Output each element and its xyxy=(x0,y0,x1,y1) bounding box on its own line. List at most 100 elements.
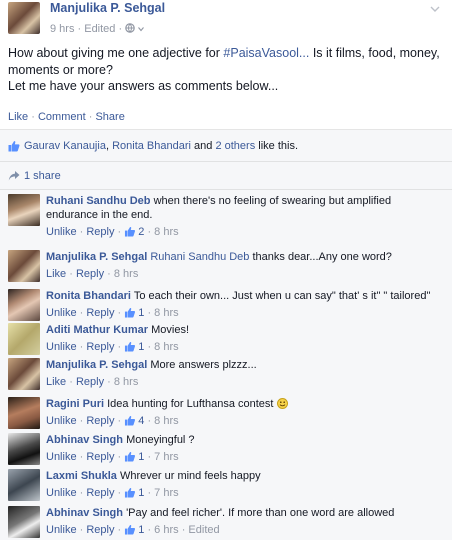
shares-summary: 1 share xyxy=(0,162,452,190)
commenter-name[interactable]: Manjulika P. Sehgal xyxy=(46,251,147,263)
comment-actions: Like · Reply · 8 hrs xyxy=(46,376,139,388)
comment-like-thumb-icon xyxy=(125,341,136,352)
separator-dot: · xyxy=(31,111,38,123)
comment-like-count[interactable]: 4 xyxy=(138,415,144,427)
shares-count-link[interactable]: 1 share xyxy=(24,170,61,182)
commenter-name[interactable]: Abhinav Singh xyxy=(46,507,123,519)
comment-reply-button[interactable]: Reply xyxy=(86,341,114,353)
comment-text: Idea hunting for Lufthansa contest xyxy=(107,398,274,410)
feedback-section: Gaurav Kanaujia, Ronita Bhandari and 2 o… xyxy=(0,129,452,540)
author-avatar[interactable] xyxy=(8,2,40,34)
commenter-name[interactable]: Ronita Bhandari xyxy=(46,290,131,302)
comment-like-count[interactable]: 1 xyxy=(138,524,144,536)
likers-others-link[interactable]: 2 others xyxy=(215,140,255,152)
comment-edited-label[interactable]: Edited xyxy=(188,524,219,536)
comment-text: To each their own... Just when u can say… xyxy=(133,290,431,302)
commenter-avatar[interactable] xyxy=(8,289,40,321)
comment-reply-button[interactable]: Reply xyxy=(86,226,114,238)
share-arrow-icon xyxy=(8,171,20,181)
comment-like-thumb-icon xyxy=(125,451,136,462)
commenter-name[interactable]: Aditi Mathur Kumar xyxy=(46,324,148,336)
comment-time[interactable]: 8 hrs xyxy=(154,415,178,427)
comment-reply-button[interactable]: Reply xyxy=(86,415,114,427)
comment-text: Moneyingful ? xyxy=(126,434,195,446)
like-thumb-icon xyxy=(8,141,20,152)
liker-name-1[interactable]: Gaurav Kanaujia xyxy=(24,140,106,152)
commenter-name[interactable]: Ruhani Sandhu Deb xyxy=(46,195,151,207)
commenter-avatar[interactable] xyxy=(8,323,40,355)
commenter-name[interactable]: Manjulika P. Sehgal xyxy=(46,359,147,371)
comment-unlike-button[interactable]: Unlike xyxy=(46,451,77,463)
post-options-chevron-icon[interactable] xyxy=(430,4,440,14)
post-timestamp[interactable]: 9 hrs · Edited · xyxy=(50,23,125,35)
commenter-avatar[interactable] xyxy=(8,397,40,429)
comment-like-thumb-icon xyxy=(125,415,136,426)
comment-unlike-button[interactable]: Unlike xyxy=(46,307,77,319)
comment-like-thumb-icon xyxy=(125,524,136,535)
comment-unlike-button[interactable]: Unlike xyxy=(46,226,77,238)
commenter-name[interactable]: Ragini Puri xyxy=(46,398,104,410)
post-header: Manjulika P. Sehgal 9 hrs · Edited · xyxy=(8,0,444,40)
commenter-name[interactable]: Laxmi Shukla xyxy=(46,470,117,482)
comment-time[interactable]: 8 hrs xyxy=(114,376,138,388)
comment-time[interactable]: 8 hrs xyxy=(154,307,178,319)
privacy-globe-icon[interactable] xyxy=(125,23,136,33)
comment-time[interactable]: 7 hrs xyxy=(154,487,178,499)
comment-actions: Unlike · Reply · 1 · 8 hrs xyxy=(46,307,179,319)
likes-summary: Gaurav Kanaujia, Ronita Bhandari and 2 o… xyxy=(0,130,452,162)
smiley-emoticon-icon xyxy=(276,398,288,409)
commenter-avatar[interactable] xyxy=(8,506,40,538)
comment-unlike-button[interactable]: Unlike xyxy=(46,341,77,353)
comment-actions: Like · Reply · 8 hrs xyxy=(46,268,139,280)
comment-like-thumb-icon xyxy=(125,487,136,498)
comment-time[interactable]: 8 hrs xyxy=(154,226,178,238)
commenter-avatar[interactable] xyxy=(8,250,40,282)
likes-summary-text: Gaurav Kanaujia, Ronita Bhandari and 2 o… xyxy=(24,140,299,152)
comment-unlike-button[interactable]: Unlike xyxy=(46,524,77,536)
comment-reply-button[interactable]: Reply xyxy=(86,451,114,463)
comment-time[interactable]: 7 hrs xyxy=(154,451,178,463)
commenter-avatar[interactable] xyxy=(8,469,40,501)
comment-like-count[interactable]: 2 xyxy=(138,226,144,238)
comment-reply-button[interactable]: Reply xyxy=(86,487,114,499)
comment-text: 'Pay and feel richer'. If more than one … xyxy=(126,507,395,519)
comment-reply-button[interactable]: Reply xyxy=(76,376,104,388)
comment-time[interactable]: 8 hrs xyxy=(154,341,178,353)
comment-unlike-button[interactable]: Unlike xyxy=(46,415,77,427)
comment-like-count[interactable]: 1 xyxy=(138,487,144,499)
comment-actions: Unlike · Reply · 1 · 7 hrs xyxy=(46,451,179,463)
comment-reply-button[interactable]: Reply xyxy=(86,524,114,536)
post-meta: 9 hrs · Edited · xyxy=(50,23,145,35)
share-button[interactable]: Share xyxy=(95,111,124,123)
commenter-name[interactable]: Abhinav Singh xyxy=(46,434,123,446)
comment-text: More answers plzzz... xyxy=(150,359,257,371)
comment-actions: Unlike · Reply · 2 · 8 hrs xyxy=(46,226,179,238)
liker-name-2[interactable]: Ronita Bhandari xyxy=(112,140,191,152)
comment-text: Whrever ur mind feels happy xyxy=(119,470,261,482)
post-actions: Like · Comment · Share xyxy=(8,111,125,123)
comment-time[interactable]: 6 hrs xyxy=(154,524,178,536)
audience-chevron-icon[interactable] xyxy=(138,26,145,32)
comment-like-count[interactable]: 1 xyxy=(138,451,144,463)
commenter-avatar[interactable] xyxy=(8,194,40,226)
comment-button[interactable]: Comment xyxy=(38,111,86,123)
post-author-name[interactable]: Manjulika P. Sehgal xyxy=(50,1,165,15)
comment-actions: Unlike · Reply · 4 · 8 hrs xyxy=(46,415,179,427)
hashtag-link[interactable]: #PaisaVasool... xyxy=(223,46,309,60)
comment-like-button[interactable]: Like xyxy=(46,376,66,388)
comment-time[interactable]: 8 hrs xyxy=(114,268,138,280)
comment-unlike-button[interactable]: Unlike xyxy=(46,487,77,499)
comment-actions: Unlike · Reply · 1 · 8 hrs xyxy=(46,341,179,353)
comment-text: Movies! xyxy=(151,324,190,336)
comment-like-count[interactable]: 1 xyxy=(138,341,144,353)
comment-like-count[interactable]: 1 xyxy=(138,307,144,319)
comment-like-thumb-icon xyxy=(125,226,136,237)
comment-reply-button[interactable]: Reply xyxy=(76,268,104,280)
commenter-avatar[interactable] xyxy=(8,433,40,465)
comment-mention[interactable]: Ruhani Sandhu Deb xyxy=(150,251,249,263)
like-button[interactable]: Like xyxy=(8,111,28,123)
comment-actions: Unlike · Reply · 1 · 6 hrs · Edited xyxy=(46,524,220,536)
comment-like-button[interactable]: Like xyxy=(46,268,66,280)
commenter-avatar[interactable] xyxy=(8,358,40,390)
comment-reply-button[interactable]: Reply xyxy=(86,307,114,319)
